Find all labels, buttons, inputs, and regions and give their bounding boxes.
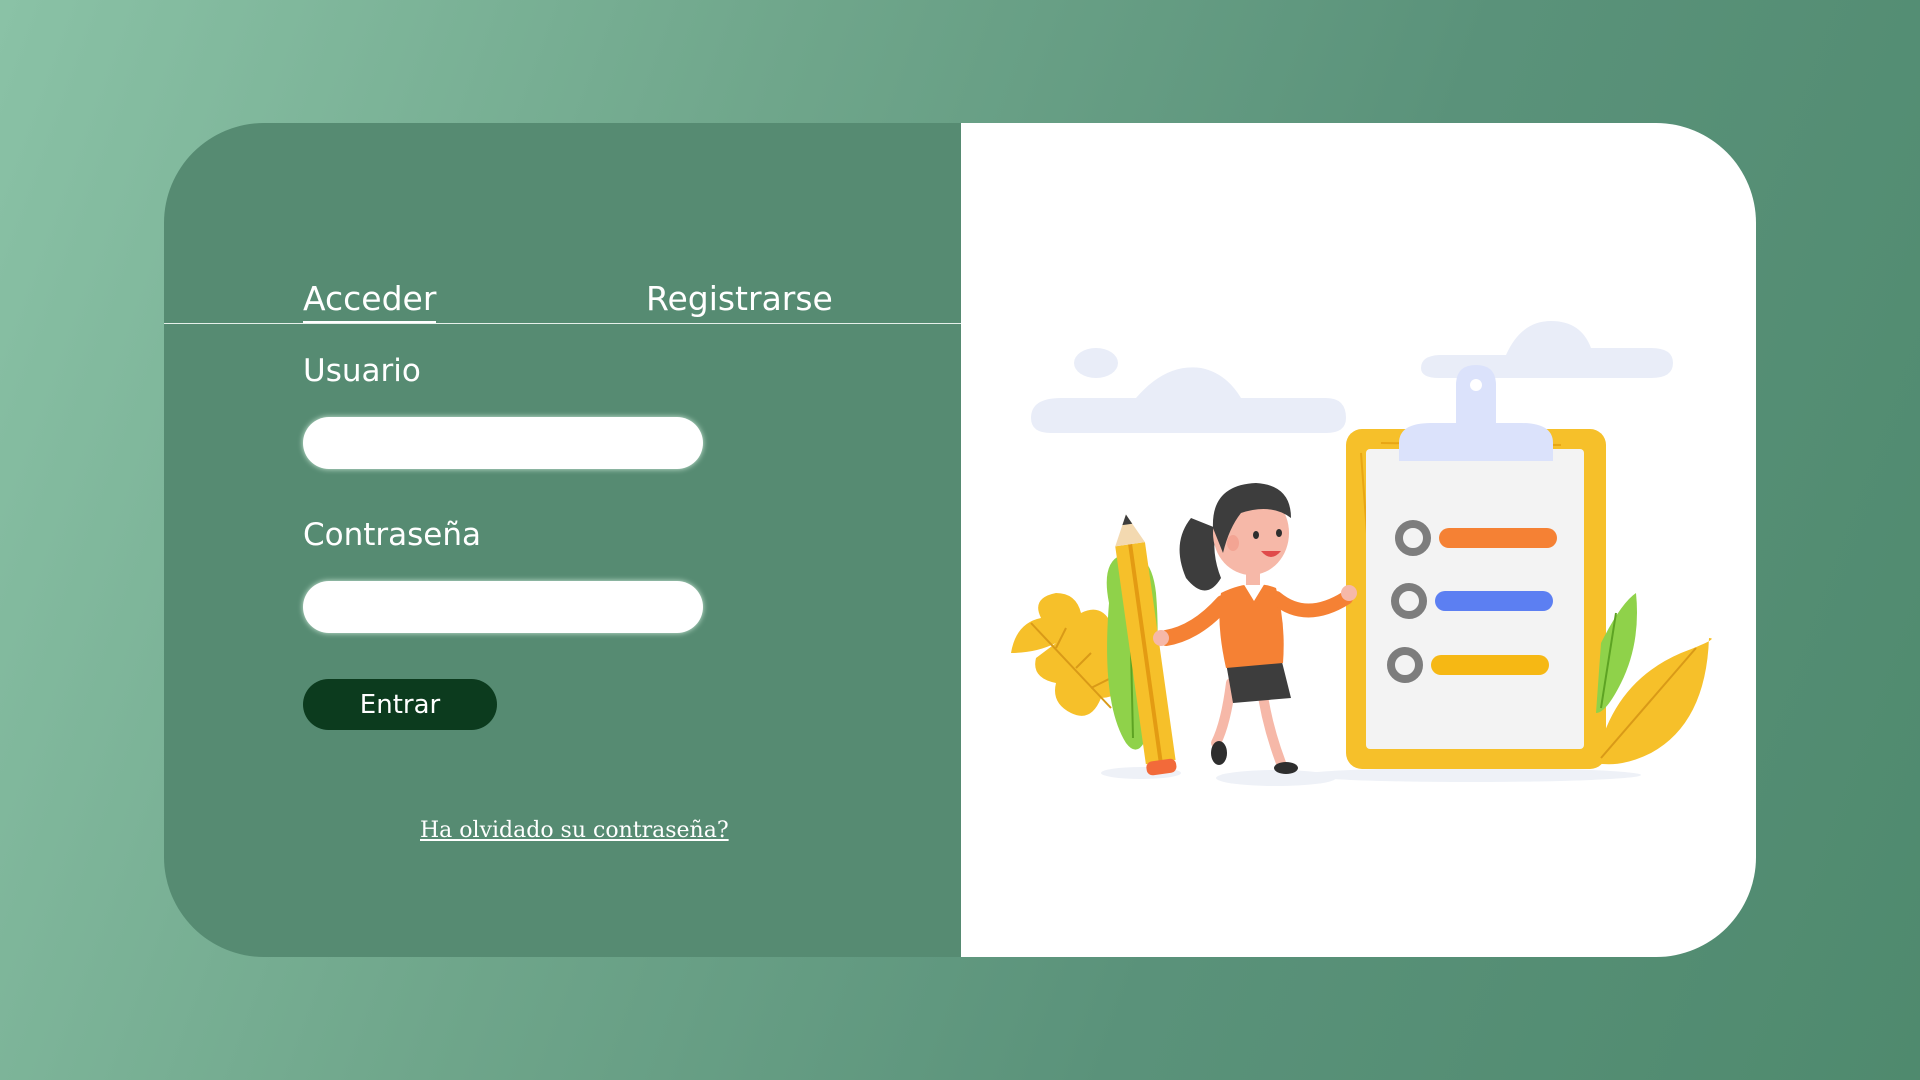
forgot-password-link[interactable]: Ha olvidado su contraseña?	[420, 818, 729, 843]
username-label: Usuario	[303, 353, 421, 389]
login-button[interactable]: Entrar	[303, 679, 497, 730]
auth-tabs: Acceder Registrarse	[164, 123, 961, 324]
cloud-left	[1031, 348, 1346, 433]
cloud-right	[1421, 321, 1673, 378]
username-input[interactable]	[303, 417, 703, 469]
login-panel: Acceder Registrarse Usuario Contraseña E…	[164, 123, 961, 957]
tab-register[interactable]: Registrarse	[646, 278, 833, 320]
login-card: Acceder Registrarse Usuario Contraseña E…	[164, 123, 1756, 957]
password-input[interactable]	[303, 581, 703, 633]
password-label: Contraseña	[303, 517, 482, 553]
woman-figure	[1153, 483, 1357, 774]
clipboard-icon	[1346, 365, 1606, 769]
tab-login[interactable]: Acceder	[303, 278, 437, 323]
illustration-panel	[961, 123, 1756, 957]
woman-with-checklist-illustration	[1011, 321, 1712, 786]
leaves-right	[1596, 593, 1712, 765]
